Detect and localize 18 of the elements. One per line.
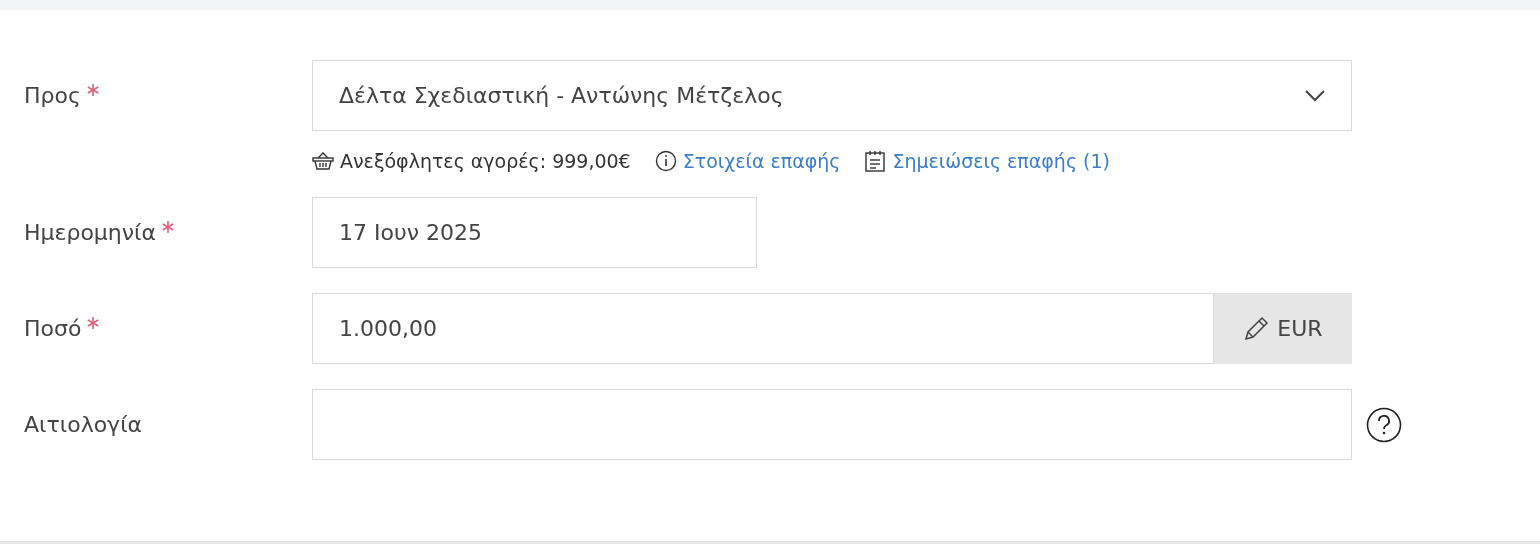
field-label: Αιτιολογία	[24, 412, 143, 437]
field-label: Ημερομηνία	[24, 220, 157, 245]
pencil-icon	[1243, 315, 1270, 342]
help-icon[interactable]	[1366, 406, 1402, 443]
contact-link[interactable]: Σημειώσεις επαφής (1)	[892, 150, 1110, 172]
field-label: Ποσό	[24, 316, 82, 341]
currency-button[interactable]: EUR	[1214, 293, 1352, 364]
select-field[interactable]: Δέλτα Σχεδιαστική - Αντώνης Μέτζελος	[312, 60, 1352, 131]
basket-icon	[312, 152, 334, 170]
text-field[interactable]	[312, 389, 1352, 460]
info-icon	[654, 150, 677, 172]
notepad-icon	[864, 150, 887, 172]
chevron-down-icon	[1305, 89, 1325, 102]
field-label: Προς	[24, 83, 81, 108]
contact-link[interactable]: Στοιχεία επαφής	[682, 150, 841, 172]
amount-field[interactable]: 1.000,00	[312, 293, 1214, 364]
unpaid-purchases-text: Ανεξόφλητες αγορές: 999,00€	[340, 150, 631, 172]
date-field[interactable]: 17 Ιουν 2025	[312, 197, 757, 268]
